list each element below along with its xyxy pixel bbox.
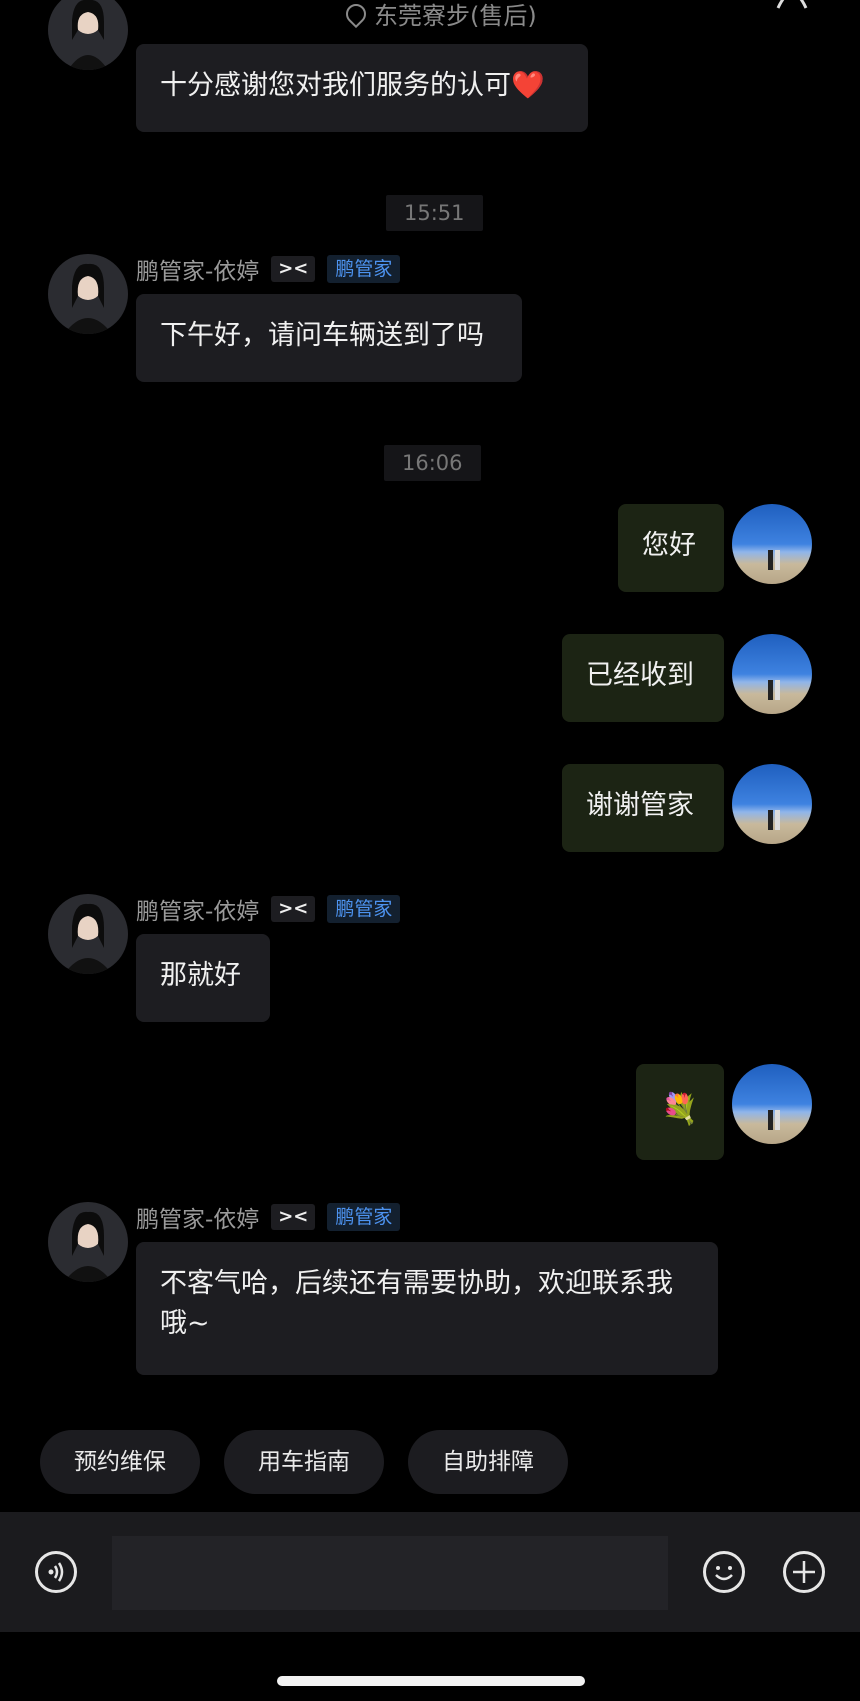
sender-line: 鹏管家-依婷 >< 鹏管家 [136,892,401,926]
role-badge: 鹏管家 [327,895,401,923]
timestamp: 15:51 [386,195,483,231]
agent-avatar[interactable] [48,1202,128,1282]
message-input[interactable] [112,1536,668,1610]
agent-avatar[interactable] [48,894,128,974]
message-bubble-agent[interactable]: 不客气哈，后续还有需要协助，欢迎联系我哦~ [136,1242,718,1375]
sender-line: 鹏管家-依婷 >< 鹏管家 [136,1200,401,1234]
message-bubble-user[interactable]: 您好 [618,504,724,592]
message-bubble-user[interactable]: 已经收到 [562,634,724,722]
plus-icon[interactable] [783,1551,825,1593]
quick-reply-maintenance[interactable]: 预约维保 [40,1430,200,1494]
voice-icon[interactable] [35,1551,77,1593]
user-avatar[interactable] [732,1064,812,1144]
location-label: 东莞寮步(售后) [341,0,537,31]
quick-reply-guide[interactable]: 用车指南 [224,1430,384,1494]
input-bar [0,1512,860,1632]
emoji-icon[interactable] [703,1551,745,1593]
sender-name: 鹏管家-依婷 [136,259,260,285]
user-avatar[interactable] [732,504,812,584]
location-pin-icon [341,0,371,28]
message-bubble-agent[interactable]: 下午好，请问车辆送到了吗 [136,294,522,382]
role-badge: 鹏管家 [327,255,401,283]
user-avatar[interactable] [732,634,812,714]
message-bubble-user[interactable]: 谢谢管家 [562,764,724,852]
message-bubble-agent[interactable]: 十分感谢您对我们服务的认可❤️ [136,44,588,132]
xpeng-logo-icon: >< [271,1204,316,1230]
bouquet-emoji: 💐 [661,1092,699,1127]
xpeng-logo-icon: >< [271,256,316,282]
chat-header: 东莞寮步(售后) [0,0,860,40]
agent-avatar[interactable] [48,0,128,70]
quick-reply-troubleshoot[interactable]: 自助排障 [408,1430,568,1494]
headset-icon[interactable] [772,0,812,10]
role-badge: 鹏管家 [327,1203,401,1231]
user-avatar[interactable] [732,764,812,844]
home-indicator[interactable] [277,1676,585,1686]
xpeng-logo-icon: >< [271,896,316,922]
timestamp: 16:06 [384,445,481,481]
message-bubble-agent[interactable]: 那就好 [136,934,270,1022]
sender-name: 鹏管家-依婷 [136,1207,260,1233]
message-bubble-user-emoji[interactable]: 💐 [636,1064,724,1160]
sender-line: 鹏管家-依婷 >< 鹏管家 [136,252,401,286]
agent-avatar[interactable] [48,254,128,334]
sender-name: 鹏管家-依婷 [136,899,260,925]
